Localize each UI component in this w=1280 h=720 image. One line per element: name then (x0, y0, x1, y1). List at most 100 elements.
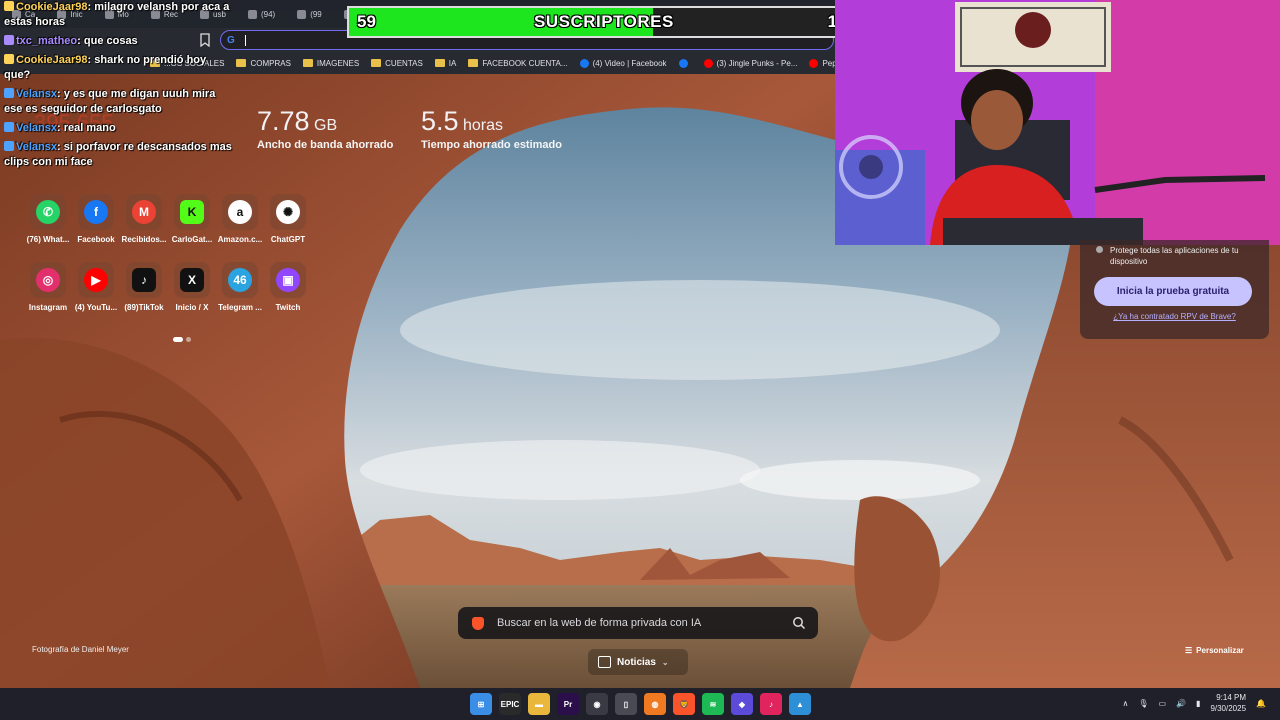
search-placeholder: Buscar en la web de forma privada con IA (497, 617, 702, 629)
file-explorer-icon[interactable]: ▬ (528, 693, 550, 715)
shortcut-tile[interactable]: ♪ (89)TikTok (120, 262, 168, 312)
folder-icon (302, 59, 313, 67)
bookmark-label: FACEBOOK CUENTA... (482, 58, 568, 68)
bookmark-item[interactable]: (4) Video | Facebook (579, 58, 667, 68)
bookmark-label: IA (448, 58, 457, 68)
brave-icon[interactable]: 🦁 (673, 693, 695, 715)
chevron-up-icon[interactable]: ∧ (1122, 699, 1128, 708)
shortcut-label: Instagram (28, 303, 68, 312)
stat-value: 7.78 (257, 106, 310, 136)
shortcut-tile[interactable]: 46 Telegram ... (216, 262, 264, 312)
telegram-icon: 46 (228, 268, 252, 292)
stat-value: 5.5 (421, 106, 459, 136)
shortcut-label: ChatGPT (270, 235, 306, 244)
spotify-icon[interactable]: ≋ (702, 693, 724, 715)
page-dot[interactable] (186, 337, 191, 342)
shortcut-tile-bg: ▣ (270, 262, 306, 298)
bookmark-item[interactable]: COMPRAS (236, 59, 291, 68)
app-purple-icon[interactable]: ◆ (731, 693, 753, 715)
vpn-description: Protege todas las aplicaciones de tu dis… (1110, 246, 1239, 266)
start-trial-button[interactable]: Inicia la prueba gratuita (1094, 277, 1252, 306)
microphone-icon[interactable]: 🎙 (1138, 699, 1148, 708)
shortcut-tile[interactable]: ▶ (4) YouTu... (72, 262, 120, 312)
photo-credit[interactable]: Fotografía de Daniel Meyer (32, 645, 129, 654)
subscriber-current: 59 (357, 12, 376, 31)
windows-start-icon[interactable]: ⊞ (470, 693, 492, 715)
shortcut-tile[interactable]: M Recibidos... (120, 194, 168, 244)
shortcut-label: Amazon.c... (217, 235, 263, 244)
network-icon[interactable]: ▭ (1159, 699, 1167, 708)
bookmark-item[interactable]: IA (434, 58, 457, 68)
tab-favicon-icon (247, 9, 257, 19)
shield-icon (1096, 246, 1103, 253)
bookmark-label: (3) Jingle Punks - Pe... (716, 58, 798, 68)
shortcut-tile[interactable]: X Inicio / X (168, 262, 216, 312)
shortcut-grid: ✆ (76) What... f Facebook M Recibidos... K Carl… (24, 194, 314, 312)
shortcut-tile-bg: ◎ (30, 262, 66, 298)
chatgpt-icon: ✺ (276, 200, 300, 224)
facebook-icon: f (84, 200, 108, 224)
bookmark-label: IMAGENES (316, 58, 360, 68)
youtube-icon: ▶ (84, 268, 108, 292)
news-button[interactable]: Noticias ⌄ (588, 649, 688, 675)
chat-separator: : (56, 88, 64, 100)
subscriber-label: SUSCRIPTORES (534, 12, 674, 31)
shortcut-label: CarloGat... (171, 235, 213, 244)
youtube-icon (809, 58, 819, 68)
shortcut-label: Twitch (275, 303, 301, 312)
vpn-already-subscribed-link[interactable]: ¿Ya ha contratado RPV de Brave? (1080, 312, 1269, 321)
tab-title: (94) (260, 9, 276, 19)
shortcut-tile[interactable]: ◎ Instagram (24, 262, 72, 312)
clock[interactable]: 9:14 PM 9/30/2025 (1210, 692, 1246, 714)
browser-tab[interactable]: (99 (289, 3, 330, 25)
bookmark-item[interactable]: IMAGENES (302, 58, 360, 68)
app-orange-icon[interactable]: ◍ (644, 693, 666, 715)
customize-button[interactable]: ☰ Personalizar (1185, 646, 1244, 655)
shortcut-label: Recibidos... (121, 235, 167, 244)
customize-label: Personalizar (1196, 646, 1244, 655)
youtube-icon (703, 58, 713, 68)
folder-icon (371, 59, 382, 67)
volume-icon[interactable]: 🔊 (1176, 699, 1186, 708)
chat-username: Velansx (16, 122, 57, 134)
shortcut-tile[interactable]: K CarloGat... (168, 194, 216, 244)
premiere-icon[interactable]: Pr (557, 693, 579, 715)
bookmark-item[interactable]: FACEBOOK CUENTA... (468, 58, 568, 68)
chat-message: txc_matheo: que cosas (4, 34, 234, 49)
settings-lines-icon: ☰ (1185, 646, 1193, 655)
recycle-bin-icon[interactable]: ▯ (615, 693, 637, 715)
news-label: Noticias (617, 656, 656, 668)
chat-badge-icon (4, 54, 14, 64)
epic-games-icon[interactable]: EPIC (499, 693, 521, 715)
shortcut-tile[interactable]: f Facebook (72, 194, 120, 244)
chat-badge-icon (4, 1, 14, 11)
photos-icon[interactable]: ▲ (789, 693, 811, 715)
system-tray: ∧ 🎙 ▭ 🔊 ▮ 9:14 PM 9/30/2025 🔔 (1122, 692, 1266, 714)
tab-favicon-icon (297, 9, 307, 19)
shortcut-tile[interactable]: a Amazon.c... (216, 194, 264, 244)
chat-username: CookieJaar98 (16, 1, 88, 13)
search-icon[interactable] (792, 616, 806, 630)
tiktok-taskbar-icon[interactable]: ♪ (760, 693, 782, 715)
folder-icon (468, 59, 479, 67)
bookmark-item[interactable]: (3) Jingle Punks - Pe... (703, 58, 798, 68)
twitch-icon: ▣ (276, 268, 300, 292)
bookmark-item[interactable] (678, 58, 692, 68)
chat-message: Velansx: y es que me digan uuuh mira ese… (4, 87, 234, 117)
chat-separator: : (56, 141, 64, 153)
bookmark-item[interactable]: CUENTAS (371, 59, 423, 68)
shortcut-tile[interactable]: ✆ (76) What... (24, 194, 72, 244)
shortcut-tile[interactable]: ▣ Twitch (264, 262, 312, 312)
browser-tab[interactable]: (94) (240, 3, 283, 25)
folder-icon (434, 59, 445, 67)
obs-icon[interactable]: ◉ (586, 693, 608, 715)
shortcut-label: (76) What... (26, 235, 70, 244)
chat-message: CookieJaar98: shark no prendió hoy que? (4, 53, 234, 83)
shortcut-label: Telegram ... (218, 303, 262, 312)
shortcut-tile[interactable]: ✺ ChatGPT (264, 194, 312, 244)
page-dot-active[interactable] (173, 337, 183, 342)
notification-icon[interactable]: 🔔 (1256, 699, 1266, 708)
search-box[interactable]: Buscar en la web de forma privada con IA (458, 607, 818, 639)
chat-username: Velansx (16, 88, 57, 100)
battery-icon[interactable]: ▮ (1196, 699, 1200, 708)
